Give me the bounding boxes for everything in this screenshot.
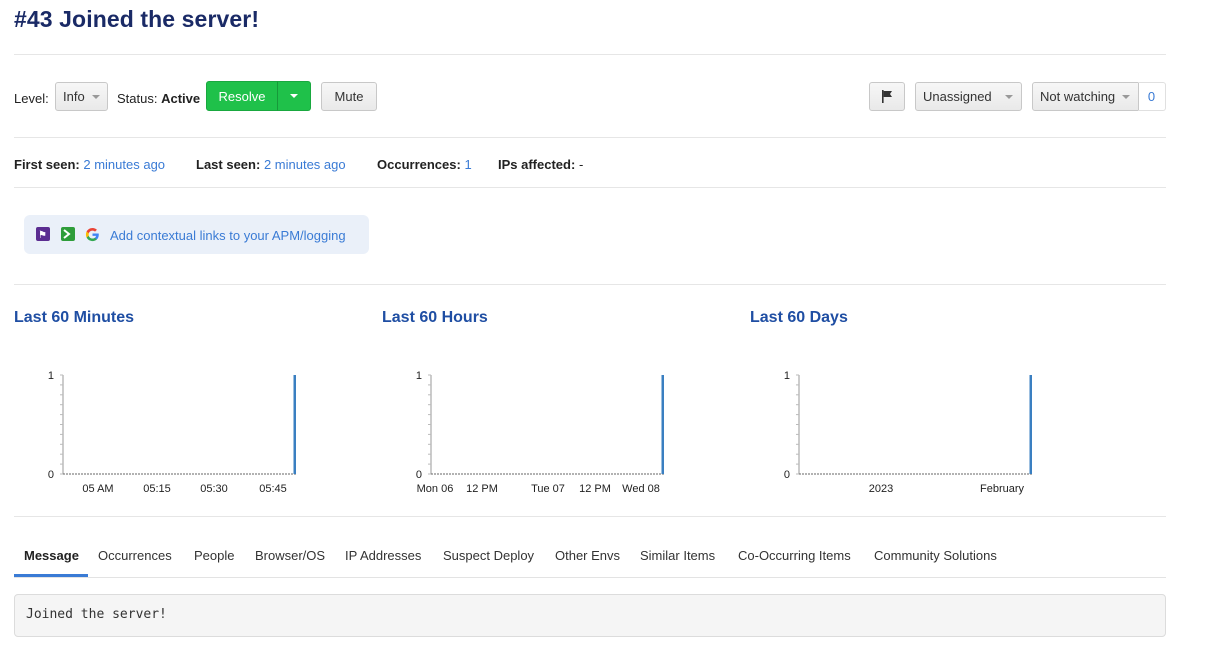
chart-minutes: 0 1 05 AM 05:15 05:30 05:45 [48,370,296,495]
x-tick-label: Mon 06 [417,483,454,495]
ips-affected-value: - [578,157,584,172]
google-icon [85,227,99,242]
last-seen-value[interactable]: 2 minutes ago [264,157,346,172]
chevron-down-icon [91,94,100,99]
chart-title-hours: Last 60 Hours [382,309,488,326]
bar [1029,375,1032,474]
svg-text:⚑: ⚑ [38,230,47,241]
watcher-count[interactable]: 0 [1138,82,1166,111]
divider [14,284,1166,285]
tab-other-envs[interactable]: Other Envs [555,548,620,563]
last-seen: Last seen: 2 minutes ago [196,157,346,172]
page-title: #43 Joined the server! [14,6,260,32]
tab-suspect-deploy[interactable]: Suspect Deploy [443,548,534,563]
divider [14,516,1166,517]
ips-affected: IPs affected: - [498,157,584,172]
y-tick-label: 0 [48,469,54,481]
tab-browser-os[interactable]: Browser/OS [255,548,325,563]
occurrences-value[interactable]: 1 [464,157,471,172]
occurrences: Occurrences: 1 [377,157,472,172]
tab-people[interactable]: People [194,548,234,563]
x-tick-label: Wed 08 [622,483,660,495]
chart-hours: 0 1 Mon 06 12 PM Tue 07 12 PM Wed 08 [416,370,664,495]
sentry-like-icon: ⚑ [36,227,50,241]
chart-title-days: Last 60 Days [750,309,848,326]
divider [14,137,1166,138]
chart-days: 0 1 2023 February [784,370,1032,495]
assignee-dropdown[interactable]: Unassigned [915,82,1022,111]
y-tick-label: 0 [784,469,790,481]
tab-community-solutions[interactable]: Community Solutions [874,548,997,563]
chevron-down-icon [1122,95,1130,99]
message-body: Joined the server! [14,594,1166,637]
chevron-down-icon [1005,95,1013,99]
status-label: Status: Active [117,91,201,106]
divider [14,54,1166,55]
watch-dropdown[interactable]: Not watching [1032,82,1139,111]
x-tick-label: 05:30 [200,483,228,495]
contextual-links-link[interactable]: Add contextual links to your APM/logging [110,228,346,243]
status-value: Active [161,91,201,106]
first-seen: First seen: 2 minutes ago [14,157,166,172]
x-tick-label: Tue 07 [531,483,565,495]
bar [661,375,664,474]
x-tick-label: 12 PM [466,483,498,495]
bar [293,375,296,474]
tab-message[interactable]: Message [24,548,79,563]
level-dropdown[interactable]: Info [55,82,108,111]
y-tick-label: 1 [784,370,790,382]
tab-similar-items[interactable]: Similar Items [640,548,715,563]
first-seen-value[interactable]: 2 minutes ago [83,157,165,172]
x-tick-label: 05:45 [259,483,287,495]
contextual-links-box[interactable]: ⚑ Add contextual links to your APM/loggi… [24,215,369,254]
active-tab-indicator [14,574,88,577]
tab-ip-addresses[interactable]: IP Addresses [345,548,421,563]
level-label: Level: [14,91,49,106]
chevron-down-icon [290,94,298,98]
tab-occurrences[interactable]: Occurrences [98,548,172,563]
item-controls: Level: Info Status: Active Resolve Mute … [14,81,1166,111]
watch-value: Not watching [1040,89,1116,104]
chart-title-minutes: Last 60 Minutes [14,309,135,326]
x-tick-label: 05 AM [82,483,113,495]
y-tick-label: 1 [48,370,54,382]
assignee-value: Unassigned [923,89,992,104]
x-tick-label: 2023 [869,483,893,495]
tab-co-occurring-items[interactable]: Co-Occurring Items [738,548,851,563]
y-tick-label: 1 [416,370,422,382]
resolve-button[interactable]: Resolve [206,81,278,111]
x-tick-label: February [980,483,1025,495]
x-tick-label: 12 PM [579,483,611,495]
resolve-options-button[interactable] [277,81,311,111]
flag-icon [882,90,892,103]
terminal-icon [61,227,75,241]
mute-button[interactable]: Mute [321,82,377,111]
divider [14,187,1166,188]
level-value: Info [63,89,85,104]
flag-button[interactable] [869,82,905,111]
detail-tabs: Message Occurrences People Browser/OS IP… [14,542,1166,578]
y-tick-label: 0 [416,469,422,481]
x-tick-label: 05:15 [143,483,171,495]
